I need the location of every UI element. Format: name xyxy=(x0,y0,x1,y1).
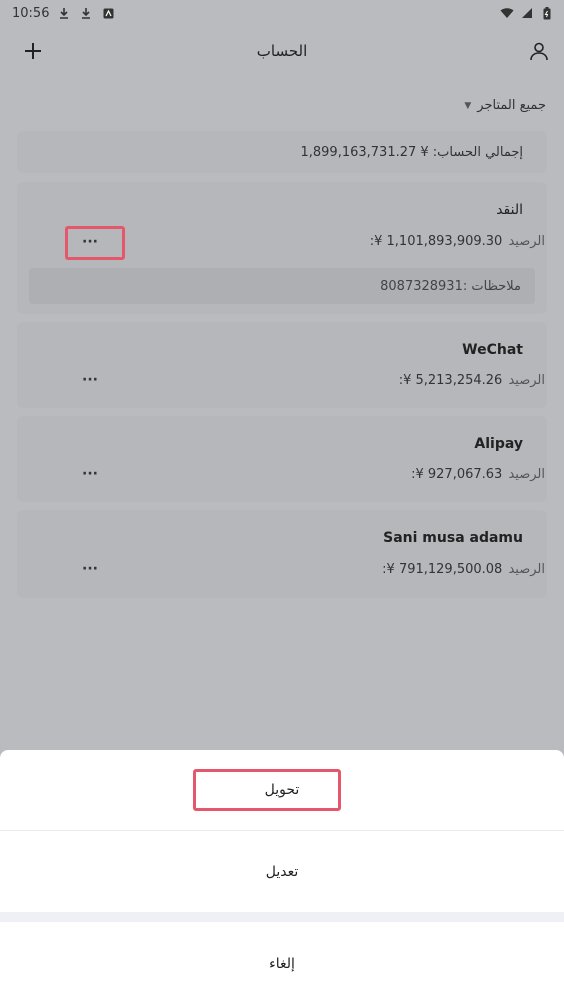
account-balance: :¥ 5,213,254.26 الرصيد xyxy=(399,373,545,388)
account-balance-value: :¥ 791,129,500.08 xyxy=(382,562,503,577)
account-balance: :¥ 927,067.63 الرصيد xyxy=(411,467,545,482)
app-bar: الحساب xyxy=(0,26,564,76)
cancel-button[interactable]: إلغاء xyxy=(0,922,564,1005)
page-title: الحساب xyxy=(256,42,308,60)
cancel-button-label: إلغاء xyxy=(269,955,295,972)
more-button-highlight xyxy=(65,226,125,260)
store-filter-label: جميع المتاجر xyxy=(477,98,546,113)
more-icon: ··· xyxy=(82,561,98,577)
edit-option[interactable]: تعديل xyxy=(0,831,564,912)
account-balance-value: :¥ 5,213,254.26 xyxy=(398,373,503,388)
signal-icon xyxy=(520,6,534,20)
account-name: Alipay xyxy=(474,436,523,452)
download-icon xyxy=(79,6,93,20)
status-bar-left: 10:56 xyxy=(12,6,115,21)
account-balance: :¥ 1,101,893,909.30 الرصيد xyxy=(370,234,545,249)
more-options-button[interactable]: ··· xyxy=(75,559,105,579)
account-balance-value: :¥ 927,067.63 xyxy=(411,467,503,482)
wifi-icon xyxy=(500,6,514,20)
account-name: النقد xyxy=(496,202,523,218)
account-balance-value: :¥ 1,101,893,909.30 xyxy=(369,234,503,249)
more-options-button[interactable]: ··· xyxy=(75,464,105,484)
plus-icon[interactable] xyxy=(20,38,46,64)
balance-label: الرصيد xyxy=(508,234,545,249)
app-badge-icon xyxy=(101,6,115,20)
user-icon[interactable] xyxy=(526,38,552,64)
battery-icon xyxy=(540,6,554,20)
balance-label: الرصيد xyxy=(508,467,545,482)
total-balance-card: إجمالي الحساب: ¥ 1,899,163,731.27 xyxy=(17,131,547,173)
download-icon xyxy=(57,6,71,20)
caret-down-icon: ▼ xyxy=(464,100,472,111)
more-icon: ··· xyxy=(82,466,98,482)
account-card[interactable]: WeChat ··· :¥ 5,213,254.26 الرصيد xyxy=(17,322,547,408)
divider xyxy=(0,912,564,922)
account-name: WeChat xyxy=(462,342,523,358)
balance-label: الرصيد xyxy=(508,373,545,388)
account-name: Sani musa adamu xyxy=(383,530,523,546)
more-icon: ··· xyxy=(82,372,98,388)
edit-option-label: تعديل xyxy=(265,863,299,880)
account-card[interactable]: Alipay ··· :¥ 927,067.63 الرصيد xyxy=(17,416,547,502)
account-card[interactable]: النقد ··· :¥ 1,101,893,909.30 الرصيد ملا… xyxy=(17,182,547,314)
account-card[interactable]: Sani musa adamu ··· :¥ 791,129,500.08 ال… xyxy=(17,510,547,598)
balance-label: الرصيد xyxy=(508,562,545,577)
transfer-option-highlight xyxy=(193,769,341,811)
status-time: 10:56 xyxy=(12,5,50,21)
account-notes: ملاحظات :8087328931 xyxy=(29,268,535,304)
account-balance: :¥ 791,129,500.08 الرصيد xyxy=(382,562,545,577)
account-notes-text: ملاحظات :8087328931 xyxy=(380,278,521,294)
store-filter[interactable]: جميع المتاجر ▼ xyxy=(464,98,546,113)
status-bar-right xyxy=(500,6,554,20)
more-options-button[interactable]: ··· xyxy=(75,370,105,390)
status-bar: 10:56 xyxy=(0,0,564,26)
total-balance-text: إجمالي الحساب: ¥ 1,899,163,731.27 xyxy=(300,144,523,160)
action-sheet: تحويل تعديل إلغاء xyxy=(0,750,564,1005)
